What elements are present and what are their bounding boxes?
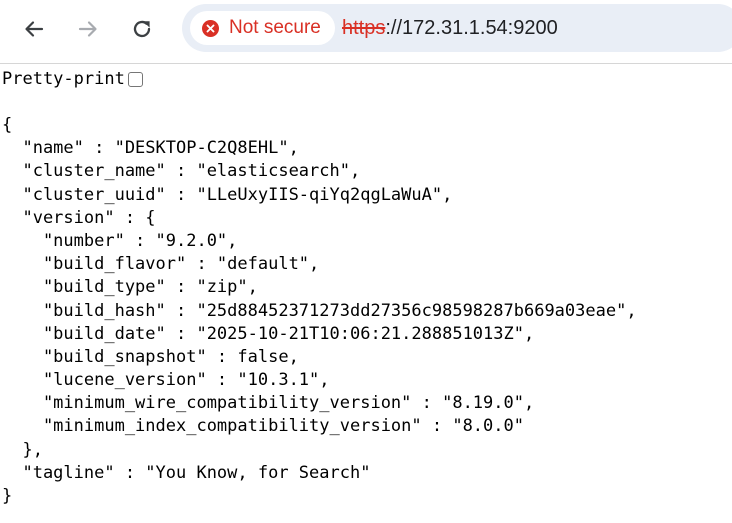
reload-button[interactable] bbox=[126, 13, 158, 45]
pretty-print-label: Pretty-print bbox=[2, 69, 125, 89]
json-line: }, bbox=[2, 439, 43, 460]
json-line: "build_flavor" : "default", bbox=[2, 254, 320, 275]
reload-icon bbox=[133, 20, 151, 38]
url-host: ://172.31.1.54:9200 bbox=[385, 17, 558, 39]
json-line: "lucene_version" : "10.3.1", bbox=[2, 370, 330, 391]
back-button[interactable] bbox=[18, 13, 50, 45]
json-line: "number" : "9.2.0", bbox=[2, 230, 238, 251]
forward-arrow-icon bbox=[78, 21, 97, 37]
url-text[interactable]: https://172.31.1.54:9200 bbox=[342, 4, 558, 52]
json-line: { bbox=[2, 115, 13, 135]
url-scheme: https bbox=[342, 17, 386, 39]
json-line: "build_date" : "2025-10-21T10:06:21.2888… bbox=[2, 323, 535, 344]
not-secure-warning-icon bbox=[202, 19, 219, 37]
json-response: { "name" : "DESKTOP-C2Q8EHL", "cluster_n… bbox=[2, 114, 637, 508]
browser-toolbar: Not secure https://172.31.1.54:9200 bbox=[0, 0, 732, 58]
json-line: "version" : { bbox=[2, 207, 156, 228]
pretty-print-checkbox[interactable] bbox=[127, 71, 143, 87]
json-line: "minimum_wire_compatibility_version" : "… bbox=[2, 393, 535, 414]
json-line: "tagline" : "You Know, for Search" bbox=[2, 462, 371, 483]
json-line: } bbox=[2, 486, 13, 506]
pretty-print-control: Pretty-print bbox=[2, 68, 143, 90]
back-arrow-icon bbox=[25, 21, 44, 37]
json-line: "build_hash" : "25d88452371273dd27356c98… bbox=[2, 300, 637, 321]
security-label: Not secure bbox=[229, 17, 321, 38]
security-indicator[interactable]: Not secure bbox=[190, 11, 335, 45]
forward-button[interactable] bbox=[72, 13, 104, 45]
json-line: "build_type" : "zip", bbox=[2, 277, 258, 298]
json-line: "build_snapshot" : false, bbox=[2, 346, 299, 367]
json-line: "minimum_index_compatibility_version" : … bbox=[2, 416, 524, 437]
json-line: "cluster_uuid" : "LLeUxyIIS-qiYq2qgLaWuA… bbox=[2, 184, 453, 205]
toolbar-divider bbox=[0, 63, 732, 64]
json-line: "name" : "DESKTOP-C2Q8EHL", bbox=[2, 138, 299, 159]
address-bar[interactable]: Not secure https://172.31.1.54:9200 bbox=[182, 4, 732, 52]
json-line: "cluster_name" : "elasticsearch", bbox=[2, 161, 361, 182]
